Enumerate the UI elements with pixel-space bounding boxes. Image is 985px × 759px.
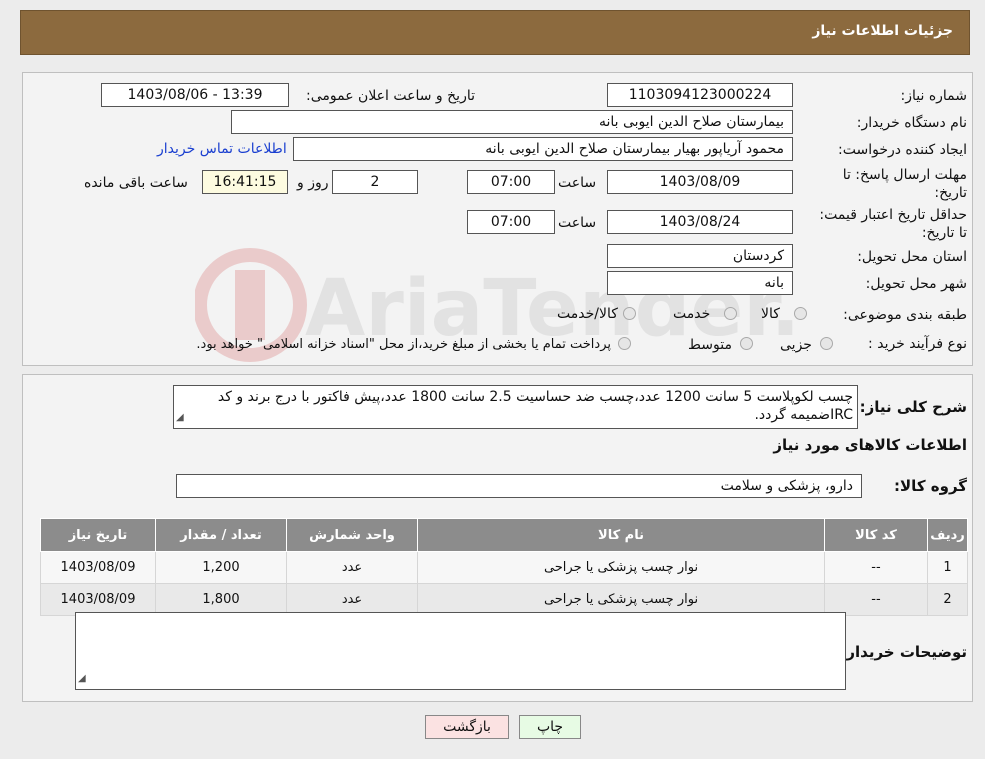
validity-time-field[interactable]: 07:00 [467, 210, 555, 234]
col-qty-header: تعداد / مقدار [155, 518, 287, 552]
requester-field[interactable]: محمود آریاپور بهیار بیمارستان صلاح الدین… [293, 137, 793, 161]
province-label: استان محل تحویل: [857, 249, 967, 265]
buyer-org-label: نام دستگاه خریدار: [856, 115, 967, 131]
goods-table: ردیف کد کالا نام کالا واحد شمارش تعداد /… [40, 518, 968, 616]
row-unit: عدد [286, 583, 418, 616]
back-button[interactable]: بازگشت [425, 715, 509, 739]
col-unit-header: واحد شمارش [286, 518, 418, 552]
announce-label: تاریخ و ساعت اعلان عمومی: [306, 88, 475, 104]
row-code: -- [824, 583, 928, 616]
col-date-header: تاریخ نیاز [40, 518, 156, 552]
process-minor-radio[interactable] [820, 337, 833, 350]
process-medium-radio[interactable] [740, 337, 753, 350]
col-row-header: ردیف [927, 518, 968, 552]
col-code-header: کد کالا [824, 518, 928, 552]
buyer-notes-textarea[interactable]: ◢ [75, 612, 846, 690]
row-name: نوار چسب پزشکی یا جراحی [417, 583, 825, 616]
category-service-radio[interactable] [724, 307, 737, 320]
city-field[interactable]: بانه [607, 271, 793, 295]
buyer-notes-label: توضیحات خریدار: [840, 643, 967, 661]
goods-section-title: اطلاعات کالاهای مورد نیاز [773, 436, 967, 454]
col-name-header: نام کالا [417, 518, 825, 552]
description-textarea[interactable]: چسب لکوپلاست 5 سانت 1200 عدد،چسب ضد حساس… [173, 385, 858, 429]
need-number-field[interactable]: 1103094123000224 [607, 83, 793, 107]
validity-time-label: ساعت [558, 215, 597, 231]
reply-time-field[interactable]: 07:00 [467, 170, 555, 194]
process-label: نوع فرآیند خرید : [868, 336, 967, 352]
category-label: طبقه بندی موضوعی: [843, 307, 967, 323]
row-date: 1403/08/09 [40, 551, 156, 584]
buyer-contact-link[interactable]: اطلاعات تماس خریدار [157, 141, 287, 157]
need-number-label: شماره نیاز: [900, 88, 968, 104]
category-service-label: خدمت [673, 306, 711, 322]
table-row[interactable]: 1 -- نوار چسب پزشکی یا جراحی عدد 1,200 1… [40, 551, 968, 584]
treasury-option-radio[interactable] [618, 337, 631, 350]
category-goods-label: کالا [761, 306, 780, 322]
reply-deadline-label: مهلت ارسال پاسخ: تا تاریخ: [842, 167, 967, 201]
row-name: نوار چسب پزشکی یا جراحی [417, 551, 825, 584]
table-header-row: ردیف کد کالا نام کالا واحد شمارش تعداد /… [40, 518, 968, 552]
remaining-label: ساعت باقی مانده [84, 175, 188, 191]
process-minor-label: جزیی [780, 337, 812, 353]
row-qty: 1,200 [155, 551, 287, 584]
category-goods-service-radio[interactable] [623, 307, 636, 320]
row-index: 2 [927, 583, 968, 616]
page-header: جزئیات اطلاعات نیاز [20, 10, 970, 55]
goods-group-label: گروه کالا: [894, 477, 967, 495]
treasury-note: پرداخت تمام یا بخشی از مبلغ خرید،از محل … [196, 337, 611, 352]
description-text: چسب لکوپلاست 5 سانت 1200 عدد،چسب ضد حساس… [217, 389, 853, 423]
reply-time-label: ساعت [558, 175, 597, 191]
row-date: 1403/08/09 [40, 583, 156, 616]
row-unit: عدد [286, 551, 418, 584]
reply-date-field[interactable]: 1403/08/09 [607, 170, 793, 194]
remaining-time-field: 16:41:15 [202, 170, 288, 194]
row-index: 1 [927, 551, 968, 584]
category-goods-radio[interactable] [794, 307, 807, 320]
page-title: جزئیات اطلاعات نیاز [812, 23, 953, 39]
requester-label: ایجاد کننده درخواست: [838, 142, 967, 158]
description-label: شرح کلی نیاز: [859, 398, 967, 416]
announce-datetime-field[interactable]: 1403/08/06 - 13:39 [101, 83, 289, 107]
row-qty: 1,800 [155, 583, 287, 616]
print-button[interactable]: چاپ [519, 715, 581, 739]
row-code: -- [824, 551, 928, 584]
category-goods-service-label: کالا/خدمت [557, 306, 618, 322]
days-field[interactable]: 2 [332, 170, 418, 194]
goods-group-field[interactable]: دارو، پزشکی و سلامت [176, 474, 862, 498]
province-field[interactable]: کردستان [607, 244, 793, 268]
days-label: روز و [297, 175, 329, 191]
city-label: شهر محل تحویل: [865, 276, 967, 292]
buyer-org-field[interactable]: بیمارستان صلاح الدین ایوبی بانه [231, 110, 793, 134]
validity-label: حداقل تاریخ اعتبار قیمت: تا تاریخ: [819, 207, 967, 241]
process-medium-label: متوسط [688, 337, 732, 353]
validity-date-field[interactable]: 1403/08/24 [607, 210, 793, 234]
table-row[interactable]: 2 -- نوار چسب پزشکی یا جراحی عدد 1,800 1… [40, 583, 968, 616]
resize-grip-icon[interactable]: ◢ [176, 409, 184, 427]
goods-table-wrap: ردیف کد کالا نام کالا واحد شمارش تعداد /… [40, 518, 968, 616]
resize-grip-icon[interactable]: ◢ [78, 670, 86, 688]
